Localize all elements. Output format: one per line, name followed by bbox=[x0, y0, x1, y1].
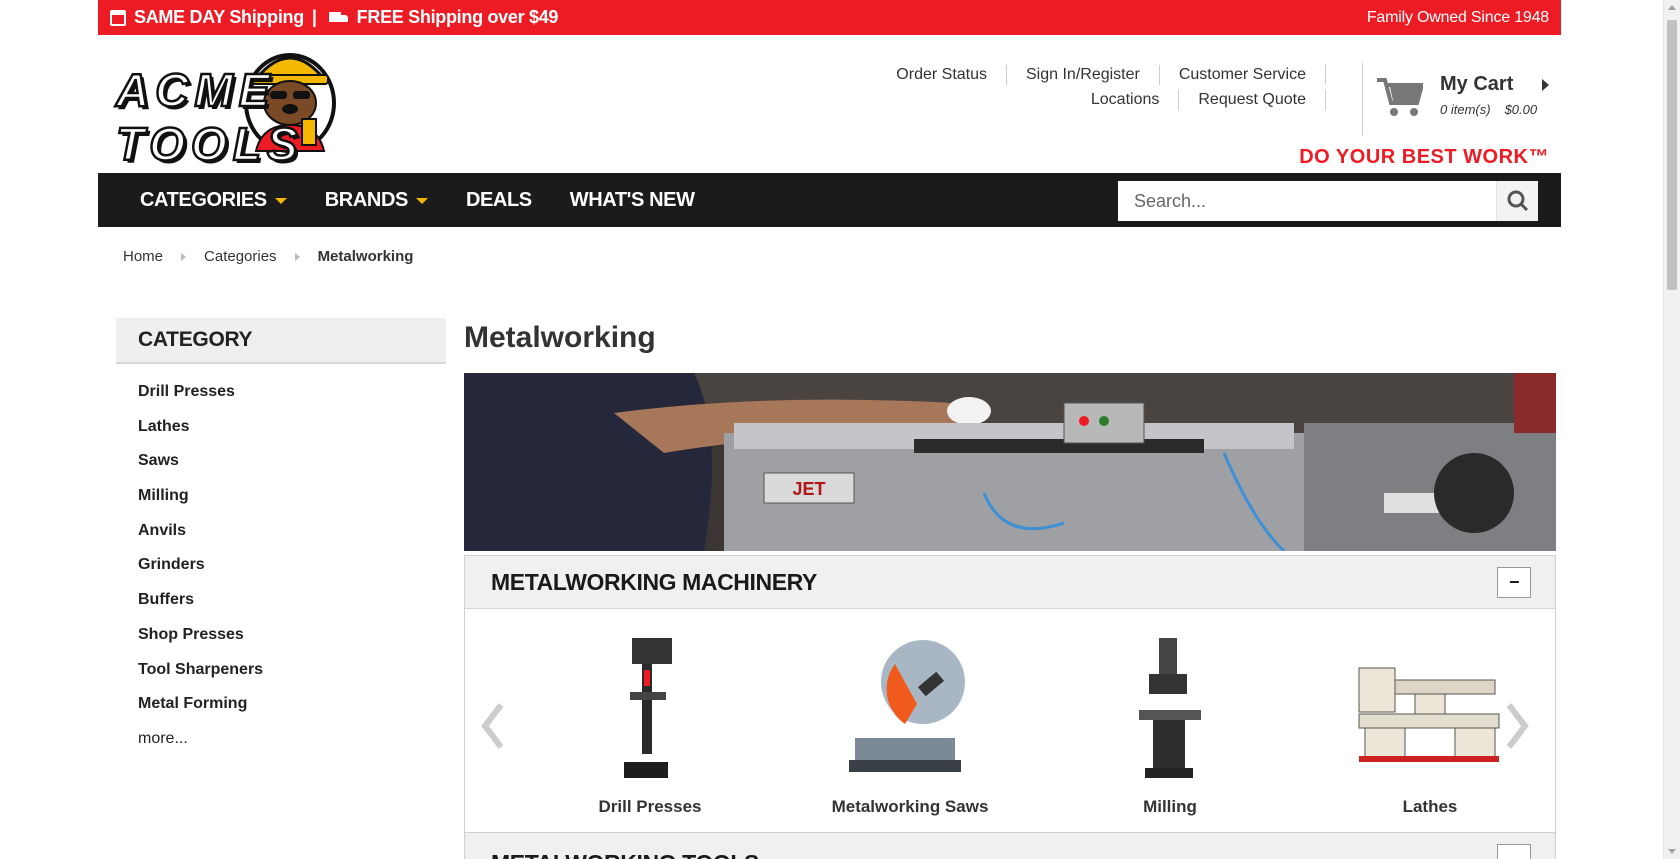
category-sidebar: CATEGORY Drill Presses Lathes Saws Milli… bbox=[116, 318, 446, 757]
sidebar-item-metal-forming[interactable]: Metal Forming bbox=[138, 687, 446, 722]
divider-pipe: | bbox=[311, 7, 317, 27]
product-card-drill-presses[interactable]: Drill Presses bbox=[520, 629, 780, 817]
scroll-thumb[interactable] bbox=[1667, 20, 1677, 290]
breadcrumb-categories[interactable]: Categories bbox=[204, 248, 277, 265]
chevron-right-icon bbox=[1542, 79, 1549, 91]
locations-link[interactable]: Locations bbox=[1072, 90, 1180, 110]
sidebar-title: CATEGORY bbox=[116, 318, 446, 364]
machinery-panel: METALWORKING MACHINERY − Drill Presses M… bbox=[464, 555, 1556, 834]
customer-service-link[interactable]: Customer Service bbox=[1160, 65, 1326, 85]
hero-machinery-image: JET bbox=[464, 373, 1556, 551]
shipping-promo[interactable]: SAME DAY Shipping | FREE Shipping over $… bbox=[110, 7, 558, 28]
cart-title: My Cart bbox=[1440, 73, 1514, 95]
sidebar-item-shop-presses[interactable]: Shop Presses bbox=[138, 618, 446, 653]
collapse-button[interactable]: − bbox=[1497, 567, 1531, 598]
request-quote-link[interactable]: Request Quote bbox=[1179, 90, 1326, 110]
search-button[interactable] bbox=[1496, 181, 1538, 221]
machinery-carousel: Drill Presses Metalworking Saws Milling … bbox=[465, 609, 1555, 833]
sidebar-item-tool-sharpeners[interactable]: Tool Sharpeners bbox=[138, 653, 446, 688]
caret-down-icon bbox=[415, 198, 428, 204]
breadcrumb: Home Categories Metalworking bbox=[123, 248, 413, 265]
caret-down-icon bbox=[274, 198, 287, 204]
tagline: DO YOUR BEST WORK™ bbox=[1299, 146, 1549, 168]
carousel-prev-icon[interactable] bbox=[479, 701, 505, 751]
product-name: Lathes bbox=[1402, 797, 1458, 816]
product-name: Milling bbox=[1143, 797, 1197, 816]
acme-tools-logo[interactable]: ACME TOOLS bbox=[115, 41, 461, 172]
product-card-milling[interactable]: Milling bbox=[1040, 629, 1300, 817]
main-nav: CATEGORIES BRANDS DEALS WHAT'S NEW bbox=[98, 173, 1561, 227]
collapse-button[interactable] bbox=[1497, 844, 1531, 859]
cart-icon bbox=[1377, 78, 1423, 116]
page-title: Metalworking bbox=[464, 321, 656, 354]
search-input[interactable] bbox=[1118, 182, 1496, 220]
sidebar-item-buffers[interactable]: Buffers bbox=[138, 583, 446, 618]
site-header: ACME TOOLS Order Status Sign In/Register… bbox=[98, 35, 1561, 173]
sidebar-more-link[interactable]: more... bbox=[138, 722, 446, 757]
cart-divider bbox=[1362, 63, 1363, 135]
sidebar-item-lathes[interactable]: Lathes bbox=[138, 410, 446, 445]
cart-item-count: 0 item(s) bbox=[1440, 102, 1491, 117]
metalworking-saw-image bbox=[849, 640, 965, 772]
search-icon bbox=[1507, 190, 1528, 212]
carousel-next-icon[interactable] bbox=[1505, 701, 1531, 751]
machinery-panel-title: METALWORKING MACHINERY bbox=[491, 568, 817, 595]
family-owned-text: Family Owned Since 1948 bbox=[1366, 8, 1549, 26]
product-card-metalworking-saws[interactable]: Metalworking Saws bbox=[780, 629, 1040, 817]
product-name: Drill Presses bbox=[598, 797, 702, 816]
tools-panel-title: METALWORKING TOOLS bbox=[465, 833, 1555, 859]
nav-deals[interactable]: DEALS bbox=[466, 189, 532, 212]
page-scrollbar[interactable] bbox=[1663, 0, 1680, 859]
main-content: Metalworking JET METALWORKING MACHINERY … bbox=[464, 318, 1556, 834]
utility-links: Order Status Sign In/Register Customer S… bbox=[877, 65, 1326, 115]
tools-panel: METALWORKING TOOLS bbox=[464, 832, 1556, 859]
cart-summary: 0 item(s) $0.00 bbox=[1440, 102, 1555, 117]
nav-whats-new[interactable]: WHAT'S NEW bbox=[570, 189, 695, 212]
drill-press-image bbox=[624, 638, 672, 778]
truck-icon bbox=[328, 11, 349, 24]
sidebar-item-milling[interactable]: Milling bbox=[138, 479, 446, 514]
scroll-up-icon[interactable] bbox=[1668, 5, 1676, 10]
promo-bar: SAME DAY Shipping | FREE Shipping over $… bbox=[98, 0, 1561, 35]
nav-brands[interactable]: BRANDS bbox=[325, 189, 428, 212]
category-list: Drill Presses Lathes Saws Milling Anvils… bbox=[116, 364, 446, 757]
same-day-shipping-text: SAME DAY Shipping bbox=[134, 7, 304, 27]
hero-banner: JET bbox=[464, 373, 1556, 551]
lathe-image bbox=[1358, 667, 1500, 762]
my-cart-button[interactable]: My Cart 0 item(s) $0.00 bbox=[1377, 73, 1557, 123]
order-status-link[interactable]: Order Status bbox=[877, 65, 1007, 85]
breadcrumb-separator-icon bbox=[294, 252, 300, 261]
breadcrumb-current: Metalworking bbox=[317, 248, 414, 265]
sidebar-item-grinders[interactable]: Grinders bbox=[138, 548, 446, 583]
breadcrumb-separator-icon bbox=[181, 252, 187, 261]
sidebar-item-drill-presses[interactable]: Drill Presses bbox=[138, 375, 446, 410]
nav-categories[interactable]: CATEGORIES bbox=[140, 189, 287, 212]
cart-total: $0.00 bbox=[1504, 102, 1538, 117]
logo-wordmark: ACME TOOLS bbox=[115, 63, 304, 172]
nav-brands-label: BRANDS bbox=[324, 188, 409, 211]
scroll-down-icon[interactable] bbox=[1668, 849, 1676, 854]
nav-categories-label: CATEGORIES bbox=[140, 188, 267, 211]
product-name: Metalworking Saws bbox=[831, 797, 989, 816]
milling-machine-image bbox=[1139, 638, 1201, 778]
sidebar-item-saws[interactable]: Saws bbox=[138, 444, 446, 479]
breadcrumb-home[interactable]: Home bbox=[123, 248, 163, 265]
machinery-panel-header: METALWORKING MACHINERY − bbox=[465, 556, 1555, 609]
sign-in-register-link[interactable]: Sign In/Register bbox=[1007, 65, 1160, 85]
calendar-icon bbox=[110, 9, 126, 26]
sidebar-item-anvils[interactable]: Anvils bbox=[138, 514, 446, 549]
hero-brand-label: JET bbox=[792, 479, 825, 499]
search-bar bbox=[1118, 181, 1538, 221]
free-shipping-text: FREE Shipping over $49 bbox=[356, 7, 559, 27]
product-list: Drill Presses Metalworking Saws Milling … bbox=[520, 629, 1560, 817]
